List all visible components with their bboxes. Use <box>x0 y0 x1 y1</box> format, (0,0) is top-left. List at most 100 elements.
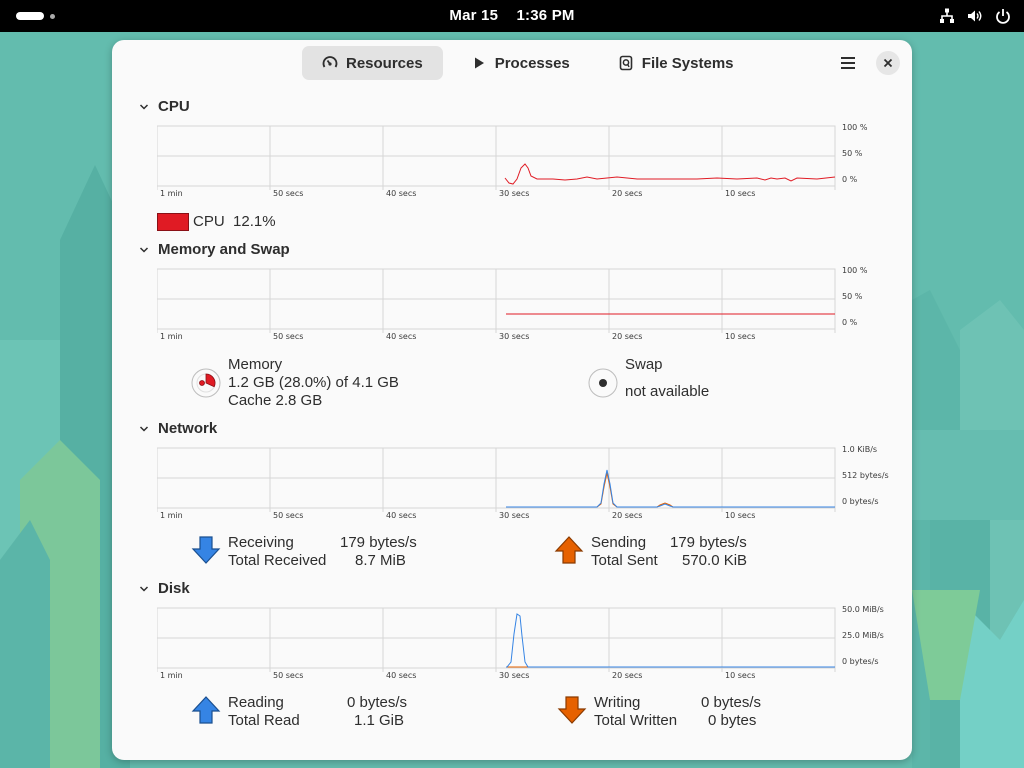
time-axis-label: 50 secs <box>273 189 303 198</box>
y-axis-label: 50 % <box>842 149 863 158</box>
memory-label: Memory <box>228 356 283 373</box>
network-graph: 1 min 50 secs 40 secs 30 secs 20 secs 10 secs… <box>156 445 897 533</box>
swap-label: Swap <box>625 356 663 373</box>
chevron-down-icon <box>139 425 149 432</box>
tab-resources[interactable]: Resources <box>302 46 443 80</box>
close-icon <box>883 58 893 68</box>
view-switcher: Resources Processes File Systems <box>302 46 754 80</box>
writing-label: Writing <box>594 694 641 711</box>
swap-legend: Swap not available <box>625 356 709 401</box>
sending-arrow-icon[interactable] <box>554 536 584 564</box>
chevron-down-icon <box>139 103 149 110</box>
power-icon[interactable] <box>994 7 1012 25</box>
cpu-legend-label: CPU <box>193 213 225 230</box>
time-axis-label: 30 secs <box>499 511 529 520</box>
time-axis-label: 20 secs <box>612 511 642 520</box>
swap-pie-icon[interactable] <box>587 367 619 399</box>
time-axis-label: 40 secs <box>386 511 416 520</box>
memory-legend: Memory 1.2 GB (28.0%) of 4.1 GB Cache 2.… <box>228 356 399 410</box>
reading-arrow-icon[interactable] <box>191 696 221 724</box>
y-axis-label: 50.0 MiB/s <box>842 606 884 614</box>
writing-arrow-icon[interactable] <box>557 696 587 724</box>
sending-value: 179 bytes/s <box>670 534 747 551</box>
tab-processes[interactable]: Processes <box>451 46 590 80</box>
tab-file-systems[interactable]: File Systems <box>598 46 754 80</box>
total-read-label: Total Read <box>228 712 300 729</box>
time-axis-label: 1 min <box>160 332 183 341</box>
main-menu-button[interactable] <box>838 53 858 73</box>
tab-processes-label: Processes <box>494 54 570 72</box>
total-received-label: Total Received <box>228 552 327 569</box>
system-monitor-window: Resources Processes File Systems CPU 1 m… <box>112 40 912 760</box>
tab-file-systems-label: File Systems <box>641 54 734 72</box>
y-axis-label: 0 bytes/s <box>842 497 879 506</box>
disk-icon <box>619 55 633 71</box>
memory-cache-value: Cache 2.8 GB <box>228 392 323 409</box>
swap-value: not available <box>625 383 710 400</box>
close-button[interactable] <box>876 51 900 75</box>
y-axis-label: 25.0 MiB/s <box>842 631 884 640</box>
network-send-legend: Sending 179 bytes/s Total Sent 570.0 KiB <box>591 534 747 570</box>
time-axis-label: 40 secs <box>386 189 416 198</box>
receiving-value: 179 bytes/s <box>340 534 417 551</box>
hamburger-menu-icon <box>841 57 855 69</box>
cpu-legend-swatch[interactable] <box>157 213 189 231</box>
time-axis-label: 10 secs <box>725 332 755 341</box>
network-wired-icon[interactable] <box>938 7 956 25</box>
clock[interactable]: Mar 15 1:36 PM <box>0 7 1024 24</box>
time-axis-label: 30 secs <box>499 189 529 198</box>
time-axis-label: 40 secs <box>386 332 416 341</box>
y-axis-label: 0 bytes/s <box>842 657 879 666</box>
reading-label: Reading <box>228 694 284 711</box>
time-axis-label: 20 secs <box>612 189 642 198</box>
y-axis-label: 100 % <box>842 124 868 132</box>
total-received-value: 8.7 MiB <box>355 552 406 569</box>
disk-read-legend: Reading 0 bytes/s Total Read 1.1 GiB <box>228 694 407 730</box>
disk-write-legend: Writing 0 bytes/s Total Written 0 bytes <box>594 694 761 730</box>
disk-section-title: Disk <box>158 580 190 597</box>
reading-value: 0 bytes/s <box>347 694 408 711</box>
time-axis-label: 1 min <box>160 671 183 680</box>
time-axis-label: 30 secs <box>499 332 529 341</box>
clock-time: 1:36 PM <box>516 7 575 24</box>
y-axis-label: 0 % <box>842 318 858 327</box>
memory-pie-icon[interactable] <box>190 367 222 399</box>
memory-used-value: 1.2 GB (28.0%) of 4.1 GB <box>228 374 399 391</box>
tab-resources-label: Resources <box>346 54 423 72</box>
cpu-section-title: CPU <box>158 98 190 115</box>
y-axis-label: 100 % <box>842 267 868 275</box>
total-written-value: 0 bytes <box>708 712 757 729</box>
memory-graph: 1 min 50 secs 40 secs 30 secs 20 secs 10 secs… <box>156 266 897 354</box>
y-axis-label: 50 % <box>842 292 863 301</box>
network-section-title: Network <box>158 420 218 437</box>
memory-section-title: Memory and Swap <box>158 241 290 258</box>
y-axis-label: 0 % <box>842 175 858 184</box>
cpu-legend: CPU 12.1% <box>193 213 276 231</box>
play-icon <box>474 57 484 69</box>
y-axis-label: 1.0 KiB/s <box>842 446 877 454</box>
clock-date: Mar 15 <box>449 7 499 24</box>
network-section-header[interactable]: Network <box>138 420 217 437</box>
time-axis-label: 50 secs <box>273 511 303 520</box>
time-axis-label: 30 secs <box>499 671 529 680</box>
memory-section-header[interactable]: Memory and Swap <box>138 241 290 258</box>
volume-icon[interactable] <box>966 7 984 25</box>
top-bar: Mar 15 1:36 PM <box>0 0 1024 32</box>
chevron-down-icon <box>139 585 149 592</box>
time-axis-label: 20 secs <box>612 671 642 680</box>
disk-graph: 1 min 50 secs 40 secs 30 secs 20 secs 10 secs… <box>156 605 897 693</box>
receiving-label: Receiving <box>228 534 294 551</box>
system-tray[interactable] <box>938 6 1012 26</box>
writing-value: 0 bytes/s <box>701 694 762 711</box>
time-axis-label: 1 min <box>160 511 183 520</box>
time-axis-label: 50 secs <box>273 332 303 341</box>
sending-label: Sending <box>591 534 647 551</box>
total-read-value: 1.1 GiB <box>354 712 405 729</box>
time-axis-label: 10 secs <box>725 671 755 680</box>
chevron-down-icon <box>139 246 149 253</box>
receiving-arrow-icon[interactable] <box>191 536 221 564</box>
cpu-section-header[interactable]: CPU <box>138 98 190 115</box>
y-axis-label: 512 bytes/s <box>842 471 889 480</box>
disk-section-header[interactable]: Disk <box>138 580 190 597</box>
total-sent-label: Total Sent <box>591 552 658 569</box>
